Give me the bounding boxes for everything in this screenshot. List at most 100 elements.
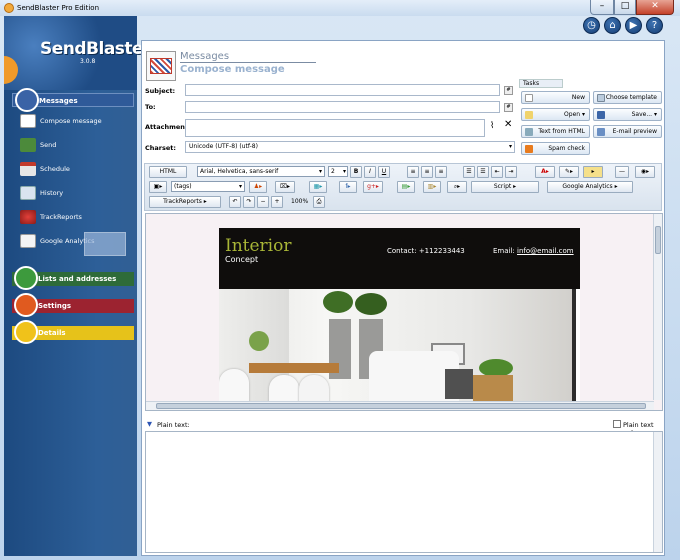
sidebar-item-history[interactable]: History — [20, 184, 138, 202]
email-preview-button[interactable]: E-mail preview — [593, 125, 662, 138]
to-input[interactable] — [185, 101, 500, 113]
align-left-icon[interactable]: ≡ — [407, 166, 419, 178]
remove-attachment-icon[interactable]: ✕ — [504, 119, 512, 130]
tags-select[interactable]: (tags) ▾ — [171, 181, 245, 192]
plain-text-only-checkbox[interactable] — [613, 420, 621, 428]
sidebar-item-trackreports[interactable]: TrackReports — [20, 208, 138, 226]
zoom-in-icon[interactable]: + — [271, 196, 283, 208]
sidebar-header-details[interactable]: Details — [12, 320, 134, 344]
sidebar-header-lists[interactable]: Lists and addresses — [12, 266, 134, 290]
link-icon[interactable]: ◉▸ — [635, 166, 655, 178]
to-hash-button[interactable]: # — [504, 103, 513, 112]
trackreports-button[interactable]: TrackReports ▸ — [149, 196, 221, 208]
underline-button[interactable]: U — [378, 166, 390, 178]
envelope-decoration-icon — [84, 232, 126, 256]
paperclip-icon[interactable]: ⌇ — [490, 121, 494, 131]
form-icon[interactable]: ▤▸ — [397, 181, 415, 193]
sidebar: SendBlaster3 3.0.8 Messages Compose mess… — [4, 16, 163, 556]
attachments-input[interactable] — [185, 119, 485, 137]
text-from-html-button[interactable]: Text from HTML — [521, 125, 590, 138]
envelope-icon — [146, 51, 176, 81]
plain-text-area[interactable] — [145, 431, 663, 553]
chevron-down-icon: ▾ — [238, 183, 242, 190]
to-label: To: — [145, 103, 156, 111]
video-icon[interactable]: ▶ — [625, 17, 642, 34]
outdent-icon[interactable]: ⇤ — [491, 166, 503, 178]
background-color-icon[interactable]: ▸ — [583, 166, 603, 178]
sidebar-item-schedule[interactable]: Schedule — [20, 160, 138, 178]
subject-input[interactable] — [185, 84, 500, 96]
personalize-icon[interactable]: ♟▸ — [249, 181, 267, 193]
undo-icon[interactable]: ↶ — [229, 196, 241, 208]
redo-icon[interactable]: ↷ — [243, 196, 255, 208]
charset-label: Charset: — [145, 144, 176, 152]
google-plus-icon[interactable]: g+▸ — [363, 181, 383, 193]
help-icon[interactable]: ? — [646, 17, 663, 34]
bold-button[interactable]: B — [350, 166, 362, 178]
script-button[interactable]: Script ▸ — [471, 181, 539, 193]
window-title: SendBlaster Pro Edition — [17, 4, 100, 12]
triangle-down-icon[interactable]: ▼ — [147, 420, 152, 428]
document-contact: Contact: +112233443 — [387, 247, 465, 255]
spam-check-button[interactable]: Spam check — [521, 142, 590, 155]
new-file-icon — [525, 94, 533, 102]
clock-icon[interactable]: ◷ — [583, 17, 600, 34]
italic-button[interactable]: I — [364, 166, 376, 178]
track-icon — [20, 210, 36, 224]
template-block-icon[interactable]: ▥▸ — [423, 181, 441, 193]
horizontal-rule-icon[interactable]: — — [615, 166, 629, 178]
charset-select[interactable]: Unicode (UTF-8) (utf-8) ▾ — [185, 141, 515, 153]
home-icon[interactable]: ⌂ — [604, 17, 621, 34]
new-button[interactable]: New — [521, 91, 590, 104]
maximize-button[interactable]: □ — [614, 0, 636, 15]
minimize-button[interactable]: – — [590, 0, 614, 15]
zoom-level: 100% — [291, 198, 309, 205]
close-button[interactable]: ✕ — [636, 0, 674, 15]
numbered-list-icon[interactable]: ☰ — [477, 166, 489, 178]
size-select[interactable]: 2 ▾ — [328, 166, 348, 177]
calendar-icon — [20, 162, 36, 176]
sidebar-item-compose[interactable]: Compose message — [20, 112, 138, 130]
align-right-icon[interactable]: ≡ — [435, 166, 447, 178]
insert-object-icon[interactable]: ⌧▸ — [275, 181, 295, 193]
html-button[interactable]: HTML — [149, 166, 187, 178]
spam-icon — [525, 145, 533, 153]
font-select[interactable]: Arial, Helvetica, sans-serif ▾ — [197, 166, 325, 177]
html-editor[interactable]: Interior Concept Contact: +112233443 Ema… — [145, 213, 663, 411]
zoom-out-icon[interactable]: − — [257, 196, 269, 208]
email-document: Interior Concept Contact: +112233443 Ema… — [219, 228, 580, 410]
tasks-label: Tasks — [519, 79, 563, 88]
highlight-icon[interactable]: ✎▸ — [559, 166, 579, 178]
image-icon[interactable]: ▣▸ — [149, 181, 167, 193]
font-color-icon[interactable]: A▸ — [535, 166, 555, 178]
subject-hash-button[interactable]: # — [504, 86, 513, 95]
sidebar-item-send[interactable]: Send — [20, 136, 138, 154]
save-button[interactable]: Save... ▾ — [593, 108, 662, 121]
find-icon[interactable]: ⌕▸ — [447, 181, 467, 193]
social-icon[interactable]: f▸ — [339, 181, 357, 193]
analytics-icon — [20, 234, 36, 248]
users-icon — [14, 266, 38, 290]
google-analytics-button[interactable]: Google Analytics ▸ — [547, 181, 633, 193]
editor-horizontal-scrollbar[interactable] — [146, 401, 654, 410]
compose-icon — [20, 114, 36, 128]
open-button[interactable]: Open ▾ — [521, 108, 590, 121]
convert-icon — [525, 128, 533, 136]
template-icon — [597, 94, 605, 102]
save-icon — [597, 111, 605, 119]
editor-toolbar: HTML Arial, Helvetica, sans-serif ▾ 2 ▾ B … — [144, 163, 662, 211]
page-title: Messages — [180, 51, 316, 63]
email-link[interactable]: info@email.com — [517, 247, 574, 255]
choose-template-button[interactable]: Choose template — [593, 91, 662, 104]
indent-icon[interactable]: ⇥ — [505, 166, 517, 178]
plain-text-scrollbar[interactable] — [653, 432, 662, 552]
editor-vertical-scrollbar[interactable] — [653, 214, 662, 400]
title-bar: SendBlaster Pro Edition – □ ✕ — [0, 0, 680, 16]
table-icon[interactable]: ▦▸ — [309, 181, 327, 193]
sidebar-header-settings[interactable]: Settings — [12, 293, 134, 317]
align-center-icon[interactable]: ≡ — [421, 166, 433, 178]
bullet-list-icon[interactable]: ☰ — [463, 166, 475, 178]
sidebar-header-messages[interactable]: Messages — [12, 88, 134, 112]
document-header: Interior Concept Contact: +112233443 Ema… — [219, 228, 580, 289]
print-icon[interactable]: ⎙ — [313, 196, 325, 208]
